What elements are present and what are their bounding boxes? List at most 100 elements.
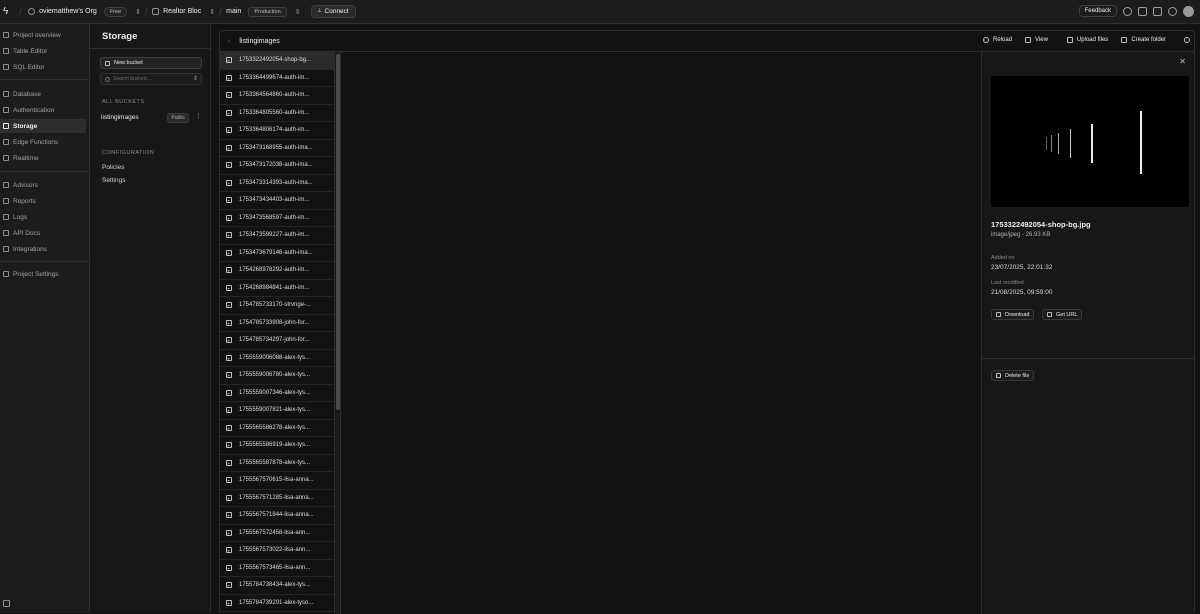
image-file-icon xyxy=(226,197,232,204)
sort-icon[interactable]: ⇕ xyxy=(193,75,198,82)
file-row[interactable]: 1753473168955-auth-ima... xyxy=(220,140,334,157)
file-row[interactable]: 1755567573465-lisa-ann... xyxy=(220,560,334,577)
file-row[interactable]: 1754268978292-auth-im... xyxy=(220,262,334,280)
connect-button[interactable]: ⟂ Connect xyxy=(310,5,356,18)
download-button[interactable]: Download xyxy=(991,309,1035,320)
file-row[interactable]: 1755567571285-lisa-anna... xyxy=(220,490,334,507)
file-row[interactable]: 1753473172038-auth-ima... xyxy=(220,157,334,175)
file-row[interactable]: 1753322492054-shop-bg... xyxy=(220,52,334,70)
added-on-value: 23/07/2025, 22:01:32 xyxy=(991,264,1053,271)
file-row[interactable]: 1753473434403-auth-im... xyxy=(220,192,334,210)
nav-integrations[interactable]: Integrations xyxy=(0,242,86,256)
image-file-icon xyxy=(226,249,232,256)
file-row[interactable]: 1755559007821-alex-tys... xyxy=(220,402,334,420)
image-file-icon xyxy=(226,127,232,134)
delete-file-button[interactable]: Delete file xyxy=(991,370,1035,381)
chevron-updown-icon: ⇕ xyxy=(135,8,141,16)
help-icon[interactable] xyxy=(1123,6,1132,16)
close-icon[interactable]: ✕ xyxy=(1179,57,1186,66)
image-file-icon xyxy=(226,354,232,361)
nav-authentication[interactable]: Authentication xyxy=(0,103,86,117)
get-url-button[interactable]: Get URL xyxy=(1042,309,1083,320)
file-list-scrollbar[interactable] xyxy=(335,52,341,614)
file-name: 1754785734297-john-for... xyxy=(239,337,310,344)
view-button[interactable]: View xyxy=(1025,37,1048,43)
image-file-icon xyxy=(226,494,232,501)
file-row[interactable]: 1755559006088-alex-tys... xyxy=(220,350,334,367)
file-row[interactable]: 1753473599227-auth-im... xyxy=(220,227,334,245)
file-row[interactable]: 1755565587878-alex-tys... xyxy=(220,455,334,472)
nav-storage[interactable]: Storage xyxy=(0,119,86,133)
org-name: oviematthew's Org xyxy=(39,8,97,15)
file-row[interactable]: 1755565586919-alex-tys... xyxy=(220,437,334,455)
file-row[interactable]: 1753364499674-auth-im... xyxy=(220,70,334,87)
file-row[interactable]: 1755567572458-lisa-ann... xyxy=(220,525,334,542)
org-selector[interactable]: oviematthew's Org Free ⇕ xyxy=(28,6,141,17)
settings-icon[interactable] xyxy=(1168,6,1177,16)
file-row[interactable]: 1753364806174-auth-im... xyxy=(220,122,334,140)
search-files-button[interactable] xyxy=(1184,37,1190,43)
file-row[interactable]: 1755784739201-alex-tyso... xyxy=(220,595,334,612)
nav-database[interactable]: Database xyxy=(0,87,86,101)
file-row[interactable]: 1754268984841-auth-im... xyxy=(220,280,334,297)
nav-realtime[interactable]: Realtime xyxy=(0,151,86,165)
nav-table-editor[interactable]: Table Editor xyxy=(0,44,86,58)
nav-project-settings[interactable]: Project Settings xyxy=(0,267,86,281)
policies-link[interactable]: Policies xyxy=(102,164,124,171)
file-name: 1755559007346-alex-tys... xyxy=(239,389,311,396)
last-modified-value: 21/08/2025, 09:59:00 xyxy=(991,289,1053,296)
file-row[interactable]: 1753364805560-auth-im... xyxy=(220,105,334,122)
branch-selector[interactable]: main Production ⇕ xyxy=(226,6,301,17)
bucket-item-listingimages[interactable]: listingimages Public ⋮ xyxy=(100,111,204,124)
file-row[interactable]: 1755559006780-alex-tys... xyxy=(220,367,334,385)
file-name: 1755559006088-alex-tys... xyxy=(239,354,311,361)
scrollbar-thumb[interactable] xyxy=(336,54,340,410)
feedback-button[interactable]: Feedback xyxy=(1078,5,1117,17)
nav-sql-editor[interactable]: SQL Editor xyxy=(0,60,86,74)
reload-button[interactable]: Reload xyxy=(983,37,1012,43)
file-row[interactable]: 1754785733908-john-for... xyxy=(220,315,334,332)
nav-api-docs[interactable]: API Docs xyxy=(0,226,86,240)
image-file-icon xyxy=(226,319,232,326)
file-row[interactable]: 1755567570615-lisa-anna... xyxy=(220,472,334,490)
preview-file-name: 1753322492054-shop-bg.jpg xyxy=(991,220,1091,229)
file-row[interactable]: 1753364564860-auth-im... xyxy=(220,87,334,105)
avatar[interactable] xyxy=(1183,5,1194,17)
nav-edge-functions[interactable]: Edge Functions xyxy=(0,135,86,149)
file-row[interactable]: 1755567573022-lisa-ann... xyxy=(220,542,334,560)
supabase-logo-icon[interactable]: ϟ xyxy=(3,6,13,17)
inbox-icon[interactable] xyxy=(1138,6,1147,16)
file-row[interactable]: 1754785734297-john-for... xyxy=(220,332,334,350)
collapse-sidebar-icon[interactable] xyxy=(3,600,10,607)
nav-logs[interactable]: Logs xyxy=(0,210,86,224)
file-row[interactable]: 1753473568597-auth-im... xyxy=(220,210,334,227)
file-name: 1753473599227-auth-im... xyxy=(239,232,310,239)
file-row[interactable]: 1753473314393-auth-ima... xyxy=(220,175,334,192)
file-row[interactable]: 1755565586278-alex-tys... xyxy=(220,420,334,437)
file-row[interactable]: 1754785733170-strvnge-... xyxy=(220,297,334,315)
divider xyxy=(982,358,1195,359)
image-file-icon xyxy=(226,109,232,116)
file-row[interactable]: 1755559007346-alex-tys... xyxy=(220,385,334,402)
file-name: 1754785733170-strvnge-... xyxy=(239,302,312,309)
file-row[interactable]: 1755784738434-alex-tys... xyxy=(220,577,334,595)
project-selector[interactable]: Realtor Bloc ⇕ xyxy=(152,8,215,16)
main-nav: Project overview Table Editor SQL Editor… xyxy=(0,24,90,613)
file-row[interactable]: 1755567571844-lisa-anna... xyxy=(220,507,334,525)
nav-project-overview[interactable]: Project overview xyxy=(0,28,86,42)
nav-reports[interactable]: Reports xyxy=(0,194,86,208)
file-name: 1753473314393-auth-ima... xyxy=(239,179,313,186)
more-vertical-icon[interactable]: ⋮ xyxy=(195,112,202,120)
file-row[interactable]: 1753473679146-auth-ima... xyxy=(220,245,334,262)
settings-link[interactable]: Settings xyxy=(102,177,126,184)
new-bucket-button[interactable]: New bucket xyxy=(100,57,202,69)
image-file-icon xyxy=(226,267,232,274)
explorer-actions: Reload View Upload files Create folder xyxy=(983,37,1190,43)
chevron-left-icon[interactable]: ‹ xyxy=(228,38,230,45)
nav-advisors[interactable]: Advisors xyxy=(0,178,86,192)
configuration-label: CONFIGURATION xyxy=(102,150,155,156)
upload-files-button[interactable]: Upload files xyxy=(1066,37,1108,43)
search-buckets-input[interactable]: Search buckets... ⇕ xyxy=(100,73,202,85)
terminal-icon[interactable] xyxy=(1153,6,1162,16)
create-folder-button[interactable]: Create folder xyxy=(1121,37,1166,43)
